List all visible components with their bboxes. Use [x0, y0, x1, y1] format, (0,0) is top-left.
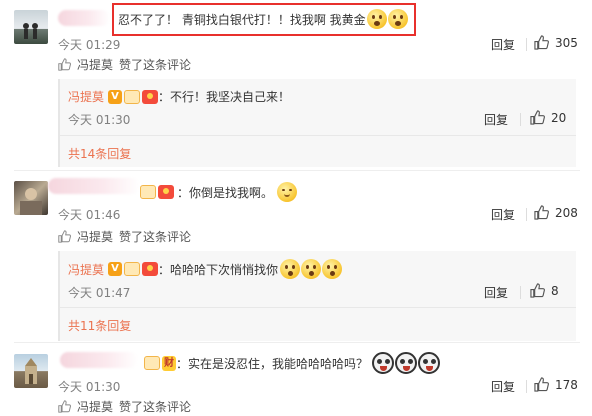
liked-by-name[interactable]: 冯提莫	[77, 398, 113, 415]
comment-text: ： 你倒是找我啊。	[138, 182, 298, 202]
surprised-emoji-icon	[280, 259, 301, 279]
liked-by-row: 冯提莫 赞了这条评论	[58, 56, 191, 73]
laughing-mask-emoji-icon	[395, 352, 418, 374]
thumbs-up-icon	[530, 283, 545, 298]
like-button[interactable]: 208	[534, 205, 578, 220]
thumbs-up-icon	[58, 230, 71, 243]
comment-text: 忍不了了！ 青铜找白银代打！！找我啊 我黄金	[118, 9, 408, 29]
fan-badge-icon	[140, 185, 156, 199]
comment-text-content: ：实在是没忍住，我能哈哈哈哈吗？	[176, 356, 369, 371]
comment-time: 今天 01:29	[58, 38, 121, 52]
username-blurred[interactable]	[48, 178, 140, 194]
thumbs-up-icon	[534, 35, 549, 50]
laughing-mask-emoji-icon	[418, 352, 441, 374]
liked-by-suffix: 赞了这条评论	[119, 400, 192, 414]
comment-text-content: 你倒是找我啊。	[189, 185, 274, 200]
comment-time: 今天 01:46	[58, 208, 121, 222]
comment-text: 财 ：实在是没忍住，我能哈哈哈哈吗？	[142, 352, 441, 374]
smile-emoji-icon	[277, 182, 298, 202]
liked-by-row: 冯提莫 赞了这条评论	[58, 398, 191, 415]
red-packet-badge-icon	[142, 262, 159, 276]
sub-reply-reply-button[interactable]: 回复	[484, 284, 508, 301]
username-blurred[interactable]	[60, 352, 138, 368]
reply-button[interactable]: 回复	[491, 36, 515, 53]
comment-text-content: 忍不了了！ 青铜找白银代打！！找我啊 我黄金	[118, 12, 366, 27]
red-packet-badge-icon	[142, 89, 159, 104]
divider	[526, 380, 527, 393]
like-button[interactable]: 178	[534, 377, 578, 392]
comment-time: 今天 01:30	[58, 380, 121, 394]
reply-button[interactable]: 回复	[491, 378, 515, 395]
drool-emoji-icon	[387, 9, 408, 29]
comment-divider	[14, 170, 580, 171]
divider	[520, 113, 521, 126]
surprised-emoji-icon	[301, 259, 322, 279]
sub-reply-text: ：哈哈哈下次悄悄找你	[158, 262, 279, 277]
drool-emoji-icon	[366, 9, 387, 29]
sub-reply-box: 冯提莫 V ：不行！我坚决自己来！ 今天 01:30 回复 20	[58, 79, 576, 167]
sub-reply-time: 今天 01:30	[68, 113, 131, 127]
thumbs-up-icon	[534, 377, 549, 392]
divider	[60, 307, 576, 308]
view-all-replies-link[interactable]: 共11条回复	[68, 317, 131, 334]
verified-badge-icon: V	[108, 262, 123, 276]
verified-badge-icon: V	[108, 89, 123, 104]
like-count: 305	[555, 35, 578, 50]
sub-reply-box: 冯提莫 V ：哈哈哈下次悄悄找你 今天 01:47 回复 8	[58, 251, 576, 341]
sub-reply-like-button[interactable]: 20	[530, 110, 566, 125]
fan-badge-icon	[124, 262, 141, 276]
divider	[526, 38, 527, 51]
avatar-photo-icon	[20, 188, 42, 215]
comment-divider	[14, 342, 580, 343]
liked-by-row: 冯提莫 赞了这条评论	[58, 228, 191, 245]
avatar[interactable]	[14, 354, 48, 388]
red-packet-badge-icon	[158, 185, 174, 199]
thumbs-up-icon	[530, 110, 545, 125]
thumbs-up-icon	[58, 58, 71, 71]
sub-reply-author[interactable]: 冯提莫	[68, 88, 104, 105]
avatar-couple-icon	[23, 23, 38, 39]
liked-by-suffix: 赞了这条评论	[119, 58, 192, 72]
like-count: 178	[555, 377, 578, 392]
sub-reply-like-count: 20	[551, 110, 567, 125]
liked-by-name[interactable]: 冯提莫	[77, 228, 113, 245]
avatar[interactable]	[14, 181, 48, 215]
fan-badge-icon	[124, 89, 141, 104]
sub-reply-like-button[interactable]: 8	[530, 283, 559, 298]
sub-reply-author[interactable]: 冯提莫	[68, 261, 104, 278]
avatar[interactable]	[14, 10, 48, 44]
divider	[520, 286, 521, 299]
sub-reply-header: 冯提莫 V ：不行！我坚决自己来！	[68, 88, 290, 105]
laughing-mask-emoji-icon	[372, 352, 395, 374]
divider	[60, 135, 576, 136]
sub-reply-reply-button[interactable]: 回复	[484, 111, 508, 128]
sub-reply-header: 冯提莫 V ：哈哈哈下次悄悄找你	[68, 259, 343, 279]
surprised-emoji-icon	[322, 259, 343, 279]
avatar-church-icon	[25, 358, 37, 384]
reply-button[interactable]: 回复	[491, 206, 515, 223]
fan-badge-icon	[144, 356, 160, 370]
username-blurred[interactable]	[58, 10, 110, 26]
liked-by-suffix: 赞了这条评论	[119, 230, 192, 244]
sub-reply-text: ：不行！我坚决自己来！	[158, 90, 291, 104]
thumbs-up-icon	[58, 400, 71, 413]
wealth-badge-icon: 财	[162, 355, 176, 371]
like-button[interactable]: 305	[534, 35, 578, 50]
thumbs-up-icon	[534, 205, 549, 220]
liked-by-name[interactable]: 冯提莫	[77, 56, 113, 73]
view-all-replies-link[interactable]: 共14条回复	[68, 145, 131, 162]
sub-reply-time: 今天 01:47	[68, 286, 131, 300]
like-count: 208	[555, 205, 578, 220]
sub-reply-like-count: 8	[551, 283, 559, 298]
divider	[526, 208, 527, 221]
